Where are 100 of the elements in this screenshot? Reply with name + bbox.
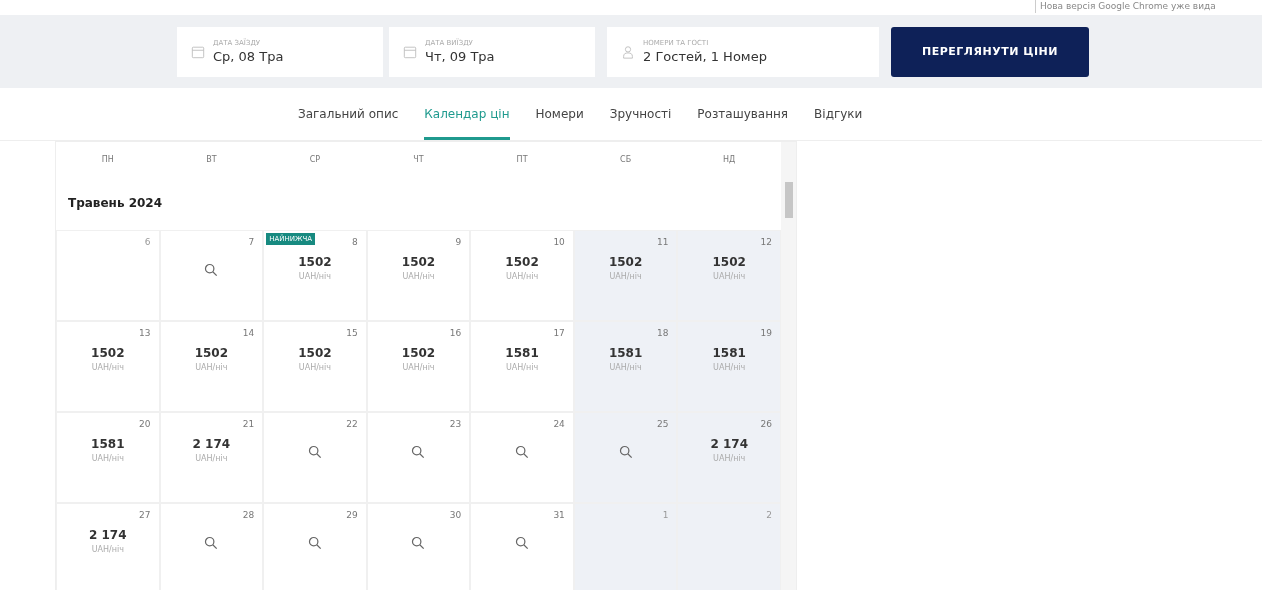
price-text: 2 174	[710, 437, 748, 451]
day-number: 22	[346, 419, 358, 429]
day-number: 26	[760, 419, 772, 429]
day-cell[interactable]: 10 1502 UAH/ніч	[470, 230, 574, 321]
day-cell[interactable]: 27 2 174 UAH/ніч	[56, 503, 160, 590]
tab[interactable]: Розташування	[697, 88, 789, 140]
day-number: 19	[760, 328, 772, 338]
notification-text: Нова версія Google Chrome уже вида	[1035, 0, 1216, 13]
day-number: 15	[346, 328, 358, 338]
weekday-label: НД	[723, 155, 736, 164]
day-cell[interactable]: 12 1502 UAH/ніч	[677, 230, 781, 321]
price-unit: UAH/ніч	[91, 454, 124, 463]
day-cell[interactable]: 15 1502 UAH/ніч	[263, 321, 367, 412]
day-cell[interactable]: 19 1581 UAH/ніч	[677, 321, 781, 412]
scrollbar[interactable]	[781, 142, 796, 590]
price-text: 1502	[298, 255, 332, 269]
price-unit: UAH/ніч	[298, 272, 332, 281]
day-number: 1	[662, 510, 669, 520]
field-value: Ср, 08 Тра	[213, 49, 284, 64]
day-number: 23	[449, 419, 462, 429]
price-unit: UAH/ніч	[195, 363, 228, 372]
day-number: 31	[553, 510, 565, 520]
price-unit: UAH/ніч	[713, 272, 746, 281]
day-number: 2	[766, 510, 772, 520]
person-icon	[621, 44, 635, 59]
weekday-label: ВТ	[206, 155, 217, 164]
day-number: 20	[139, 419, 151, 429]
day-number: 29	[346, 510, 358, 520]
price-text: 1581	[608, 346, 643, 360]
search-icon	[307, 445, 322, 459]
month-title: Травень 2024	[67, 195, 164, 212]
price-unit: UAH/ніч	[609, 363, 642, 372]
price-text: 1581	[712, 346, 746, 360]
day-cell[interactable]: 28	[159, 503, 264, 590]
day-cell[interactable]: 13 1502 UAH/ніч	[56, 321, 160, 412]
tab[interactable]: Календар цін	[424, 88, 510, 140]
price-unit: UAH/ніч	[91, 545, 124, 554]
price-text: 1502	[194, 346, 229, 360]
day-number: 14	[242, 328, 255, 338]
price-text: 1581	[505, 346, 539, 360]
price-unit: UAH/ніч	[195, 454, 228, 463]
search-icon	[307, 536, 322, 550]
day-number: 30	[449, 510, 462, 520]
search-icon	[204, 263, 219, 277]
tab[interactable]: Зручності	[609, 88, 672, 140]
weekday-label: ПН	[101, 155, 114, 164]
price-text: 2 174	[192, 437, 231, 451]
day-number: 8	[351, 237, 358, 247]
search-icon	[411, 445, 426, 459]
day-cell[interactable]: 26 2 174 UAH/ніч	[677, 412, 781, 503]
day-cell[interactable]: 21 2 174 UAH/ніч	[159, 412, 264, 503]
search-icon	[618, 445, 633, 459]
day-number: 10	[553, 237, 565, 247]
price-text: 1502	[298, 346, 332, 360]
weekday-label: ЧТ	[413, 155, 424, 164]
tab[interactable]: Загальний опис	[298, 88, 399, 140]
day-number: 25	[656, 419, 669, 429]
search-icon	[204, 536, 219, 550]
price-unit: UAH/ніч	[713, 454, 746, 463]
price-text: 1581	[91, 437, 125, 451]
price-text: 1502	[505, 255, 539, 269]
price-unit: UAH/ніч	[609, 272, 642, 281]
search-icon	[411, 536, 426, 550]
price-text: 2 174	[89, 528, 127, 542]
day-cell[interactable]: 9 1502 UAH/ніч	[366, 230, 471, 321]
view-prices-button[interactable]: ПЕРЕГЛЯНУТИ ЦІНИ	[891, 26, 1089, 77]
day-cell[interactable]: 23	[366, 412, 471, 503]
tab[interactable]: Номери	[535, 88, 584, 140]
field-value: 2 Гостей, 1 Номер	[643, 49, 767, 64]
day-number: 16	[449, 328, 462, 338]
price-text: 1502	[401, 346, 436, 360]
price-unit: UAH/ніч	[505, 272, 539, 281]
price-unit: UAH/ніч	[713, 363, 746, 372]
day-cell[interactable]: 7	[159, 230, 264, 321]
day-cell[interactable]: 22	[263, 412, 367, 503]
day-cell[interactable]: 18 1581 UAH/ніч	[573, 321, 678, 412]
day-cell[interactable]: 30	[366, 503, 471, 590]
day-cell[interactable]: 20 1581 UAH/ніч	[56, 412, 160, 503]
day-cell[interactable]: 24	[470, 412, 574, 503]
weekday-label: ПТ	[516, 155, 528, 164]
calendar-icon	[403, 44, 417, 59]
day-cell[interactable]: 25	[573, 412, 678, 503]
day-number: 13	[139, 328, 151, 338]
day-number: 11	[656, 237, 669, 247]
day-cell[interactable]: 16 1502 UAH/ніч	[366, 321, 471, 412]
day-number: 12	[760, 237, 772, 247]
day-number: 28	[242, 510, 255, 520]
calendar-icon	[191, 44, 205, 59]
weekday-label: СБ	[620, 155, 632, 164]
day-number: 24	[553, 419, 565, 429]
tab[interactable]: Відгуки	[814, 88, 863, 140]
day-cell[interactable]: 14 1502 UAH/ніч	[159, 321, 264, 412]
day-cell[interactable]: 17 1581 UAH/ніч	[470, 321, 574, 412]
day-number: 6	[144, 237, 151, 247]
day-cell[interactable]: 31	[470, 503, 574, 590]
day-number: 7	[248, 237, 255, 247]
day-cell[interactable]: 29	[263, 503, 367, 590]
day-cell[interactable]: 11 1502 UAH/ніч	[573, 230, 678, 321]
day-number: 21	[242, 419, 255, 429]
price-text: 1502	[91, 346, 125, 360]
